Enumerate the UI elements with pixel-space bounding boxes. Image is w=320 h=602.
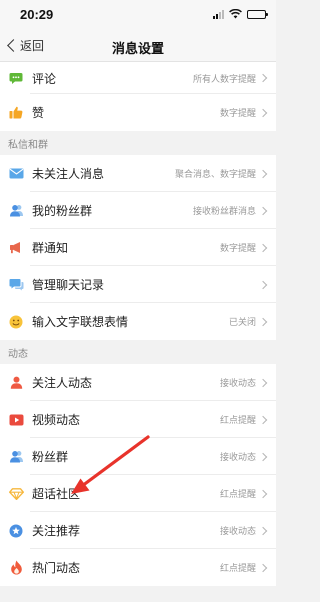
- chevron-right-icon: [258, 415, 268, 424]
- settings-row-following-feed[interactable]: 关注人动态 接收动态: [0, 364, 276, 401]
- row-label: 视频动态: [32, 413, 81, 427]
- chevron-right-icon: [258, 108, 268, 117]
- chevron-right-icon: [258, 378, 268, 387]
- fire-icon: [8, 560, 24, 576]
- settings-row-unfollowed-messages[interactable]: 未关注人消息 聚合消息、数字提醒: [0, 155, 276, 192]
- settings-row-fan-group-feed[interactable]: 粉丝群 接收动态: [0, 438, 276, 475]
- chevron-right-icon: [258, 452, 268, 461]
- video-icon: [8, 412, 24, 428]
- mail-icon: [8, 166, 24, 182]
- signal-icon: [213, 9, 224, 19]
- row-value: 红点提醒: [219, 563, 256, 573]
- row-label: 关注人动态: [32, 376, 93, 390]
- page-title: 消息设置: [111, 41, 164, 56]
- group-icon: [8, 449, 24, 465]
- row-value: 接收动态: [219, 378, 256, 388]
- comment-icon: [8, 70, 24, 86]
- person-icon: [8, 375, 24, 391]
- chevron-right-icon: [258, 526, 268, 535]
- settings-row-recommendations[interactable]: 关注推荐 接收动态: [0, 512, 276, 549]
- chevron-right-icon: [258, 169, 268, 178]
- chevron-right-icon: [258, 73, 268, 83]
- row-label: 输入文字联想表情: [32, 315, 129, 329]
- wifi-icon: [229, 9, 242, 19]
- status-bar: 20:29: [0, 0, 276, 30]
- diamond-icon: [8, 486, 24, 502]
- chat-history-icon: [8, 277, 24, 293]
- row-label: 超话社区: [32, 487, 81, 501]
- row-label: 未关注人消息: [32, 167, 105, 181]
- row-value: 所有人数字提醒: [192, 73, 256, 84]
- row-value: 已关闭: [228, 317, 256, 327]
- row-value: 接收动态: [219, 526, 256, 536]
- settings-row-emoji-suggestions[interactable]: 输入文字联想表情 已关闭: [0, 303, 276, 340]
- settings-row-super-topic[interactable]: 超话社区 红点提醒: [0, 475, 276, 512]
- chevron-right-icon: [258, 280, 268, 289]
- chevron-right-icon: [258, 317, 268, 326]
- settings-row-video-feed[interactable]: 视频动态 红点提醒: [0, 401, 276, 438]
- row-label: 评论: [32, 71, 57, 86]
- settings-row-group-notifications[interactable]: 群通知 数字提醒: [0, 229, 276, 266]
- chevron-right-icon: [258, 563, 268, 572]
- row-value: 接收动态: [219, 452, 256, 462]
- row-value: 红点提醒: [219, 489, 256, 499]
- row-value: 接收粉丝群消息: [192, 206, 256, 216]
- group-icon: [8, 203, 24, 219]
- row-label: 我的粉丝群: [32, 204, 93, 218]
- navigation-bar: 返回 消息设置: [0, 30, 276, 62]
- row-value: 数字提醒: [219, 108, 256, 118]
- star-badge-icon: [8, 523, 24, 539]
- settings-row-chat-history[interactable]: 管理聊天记录: [0, 266, 276, 303]
- chevron-right-icon: [258, 206, 268, 215]
- settings-row-trending-feed[interactable]: 热门动态 红点提醒: [0, 549, 276, 586]
- row-label: 热门动态: [32, 561, 81, 575]
- status-icons: [213, 9, 268, 19]
- row-label: 粉丝群: [32, 450, 69, 464]
- thumbs-up-icon: [8, 105, 24, 121]
- row-label: 赞: [32, 106, 45, 120]
- row-label: 管理聊天记录: [32, 278, 105, 292]
- settings-row-comments[interactable]: 评论 所有人数字提醒: [0, 62, 276, 94]
- section-header-feed: 动态: [0, 340, 276, 364]
- settings-row-likes[interactable]: 赞 数字提醒: [0, 94, 276, 131]
- status-time: 20:29: [20, 7, 54, 22]
- chevron-right-icon: [258, 243, 268, 252]
- battery-icon: [247, 9, 268, 19]
- row-label: 关注推荐: [32, 524, 81, 538]
- chevron-right-icon: [258, 489, 268, 498]
- row-value: 聚合消息、数字提醒: [174, 169, 256, 179]
- emoji-icon: [8, 314, 24, 330]
- settings-row-fan-groups[interactable]: 我的粉丝群 接收粉丝群消息: [0, 192, 276, 229]
- row-value: 红点提醒: [219, 415, 256, 425]
- section-header-private: 私信和群: [0, 131, 276, 155]
- megaphone-icon: [8, 240, 24, 256]
- row-label: 群通知: [32, 241, 69, 255]
- row-value: 数字提醒: [219, 243, 256, 253]
